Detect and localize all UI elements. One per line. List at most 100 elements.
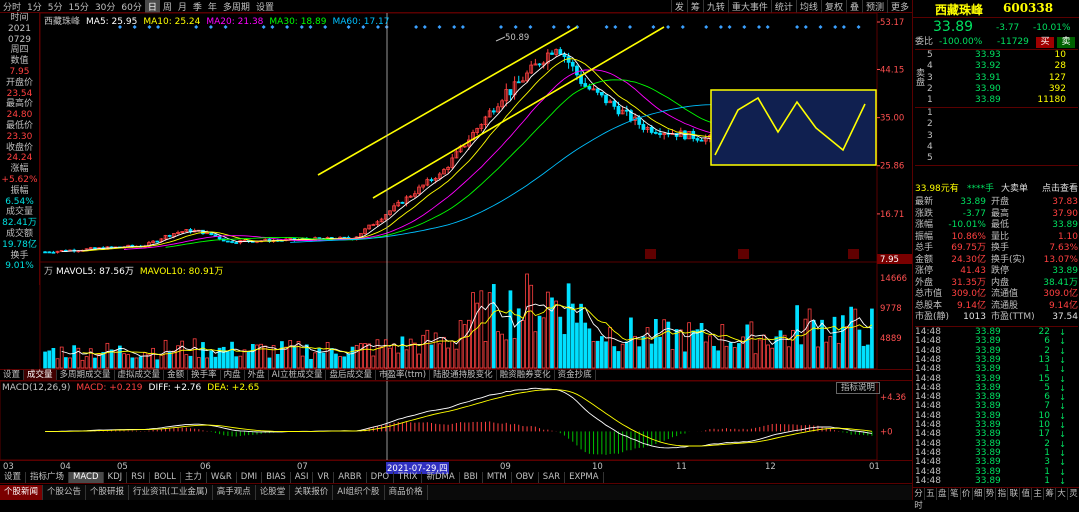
indicator-tab-1[interactable]: 指标广场 xyxy=(26,472,70,483)
sell-button[interactable]: 卖 xyxy=(1057,37,1075,48)
event-marker[interactable] xyxy=(848,249,859,259)
bid-row[interactable]: 3 xyxy=(915,131,1078,142)
tick-tab-13[interactable]: 灵 xyxy=(1068,488,1079,500)
tick-tab-6[interactable]: 势 xyxy=(985,488,997,500)
news-tab-4[interactable]: 高手观点 xyxy=(213,485,256,500)
indicator-tab-10[interactable]: ASI xyxy=(291,472,314,483)
pattern-box[interactable] xyxy=(710,89,877,166)
ask-row[interactable]: 5 33.93 10 xyxy=(915,50,1078,61)
news-tab-5[interactable]: 论股堂 xyxy=(256,485,291,500)
volume-bar xyxy=(184,354,189,369)
trend-line-lower[interactable] xyxy=(372,26,665,199)
big-order-row[interactable]: 33.98元有 ****手 大卖单 点击查看 xyxy=(915,184,1078,195)
volume-tab-8[interactable]: AI立桩成交量 xyxy=(269,370,327,380)
volume-tab-9[interactable]: 盘后成交量 xyxy=(326,370,376,380)
indicator-tab-4[interactable]: RSI xyxy=(127,472,150,483)
volume-tab-13[interactable]: 资金抄底 xyxy=(555,370,596,380)
indicator-tab-15[interactable]: 新DMA xyxy=(422,472,460,483)
ask-row[interactable]: 2 33.90 392 xyxy=(915,84,1078,95)
indicator-tab-11[interactable]: VR xyxy=(313,472,335,483)
volume-bar xyxy=(413,342,417,369)
tick-tab-4[interactable]: 价 xyxy=(961,488,973,500)
indicator-tab-6[interactable]: 主力 xyxy=(181,472,207,483)
volume-bar xyxy=(554,300,558,369)
arrow-down-icon: ↓ xyxy=(1059,355,1066,365)
candle-body xyxy=(537,63,542,66)
volume-tab-1[interactable]: 成交量 xyxy=(24,370,57,380)
indicator-help-button[interactable]: 指标说明 xyxy=(836,382,881,394)
tick-tab-5[interactable]: 细 xyxy=(973,488,985,500)
volume-tab-5[interactable]: 换手率 xyxy=(188,370,221,380)
tick-tab-7[interactable]: 指 xyxy=(996,488,1009,500)
candle-body xyxy=(604,94,608,104)
news-tab-0[interactable]: 个股新闻 xyxy=(0,485,44,500)
indicator-tab-14[interactable]: TRIX xyxy=(394,472,423,483)
candle-body xyxy=(491,110,496,113)
event-marker[interactable] xyxy=(738,249,749,259)
volume-bar xyxy=(612,346,617,369)
news-tab-2[interactable]: 个股研报 xyxy=(86,485,130,500)
tick-tab-9[interactable]: 值 xyxy=(1020,488,1033,500)
indicator-tab-5[interactable]: BOLL xyxy=(150,472,181,483)
signal-diamond xyxy=(757,25,761,29)
volume-bar xyxy=(209,350,214,369)
tick-tab-3[interactable]: 笔 xyxy=(949,488,961,500)
indicator-tab-0[interactable]: 设置 xyxy=(0,472,27,483)
divider xyxy=(915,165,1078,166)
bid-row[interactable]: 2 xyxy=(915,119,1078,130)
volume-tab-7[interactable]: 外盘 xyxy=(245,370,269,380)
indicator-tab-12[interactable]: ARBR xyxy=(334,472,367,483)
news-tab-6[interactable]: 关联报价 xyxy=(290,485,334,500)
volume-tab-11[interactable]: 陆股通持股变化 xyxy=(430,370,497,380)
volume-tab-0[interactable]: 设置 xyxy=(0,370,25,380)
candle-body xyxy=(649,126,654,133)
volume-tab-3[interactable]: 虚拟成交量 xyxy=(115,370,165,380)
tick-tab-8[interactable]: 联 xyxy=(1008,488,1021,500)
candle-body xyxy=(575,65,579,76)
tick-tab-1[interactable]: 五 xyxy=(925,488,937,500)
indicator-tab-16[interactable]: BBI xyxy=(460,472,483,483)
indicator-tab-17[interactable]: MTM xyxy=(483,472,512,483)
volume-bar xyxy=(417,353,421,369)
event-marker[interactable] xyxy=(645,249,656,259)
volume-tab-6[interactable]: 内盘 xyxy=(221,370,245,380)
bid-row[interactable]: 4 xyxy=(915,142,1078,153)
ma-value: MA5: 25.95 xyxy=(86,17,138,27)
indicator-tab-20[interactable]: EXPMA xyxy=(565,472,604,483)
indicator-tab-7[interactable]: W&R xyxy=(207,472,237,483)
tick-tab-11[interactable]: 筹 xyxy=(1044,488,1057,500)
candle-body xyxy=(234,242,239,244)
tick-tab-0[interactable]: 分时 xyxy=(913,488,925,511)
indicator-tab-13[interactable]: DPO xyxy=(367,472,395,483)
tick-tab-12[interactable]: 大 xyxy=(1056,488,1068,500)
indicator-tab-8[interactable]: DMI xyxy=(237,472,263,483)
candle-body xyxy=(93,247,97,250)
volume-tab-12[interactable]: 融资融券变化 xyxy=(497,370,555,380)
indicator-tab-3[interactable]: KDJ xyxy=(104,472,128,483)
news-tab-3[interactable]: 行业资讯(工业金属) xyxy=(129,485,213,500)
tick-tab-2[interactable]: 盘 xyxy=(937,488,949,500)
bid-row[interactable]: 1 xyxy=(915,108,1078,119)
buy-button[interactable]: 买 xyxy=(1036,37,1054,48)
indicator-tab-2[interactable]: MACD xyxy=(69,472,104,483)
volume-bar xyxy=(421,334,426,369)
tick-tab-10[interactable]: 主 xyxy=(1032,488,1045,500)
indicator-tab-18[interactable]: OBV xyxy=(512,472,539,483)
kline-chart[interactable]: 53.17 44.15 35.00 25.86 16.71 7.95 50.89 14666 9… xyxy=(0,0,912,470)
volume-bar xyxy=(479,290,484,369)
indicator-tab-9[interactable]: BIAS xyxy=(262,472,291,483)
news-tab-1[interactable]: 个股公告 xyxy=(43,485,87,500)
volume-tab-10[interactable]: 市盈率(ttm) xyxy=(376,370,431,380)
candle-body xyxy=(562,53,567,58)
news-tab-8[interactable]: 商品价格 xyxy=(385,485,428,500)
indicator-tab-19[interactable]: SAR xyxy=(539,472,566,483)
volume-tab-2[interactable]: 多周期成交量 xyxy=(57,370,115,380)
ask-row[interactable]: 1 33.89 11180 xyxy=(915,95,1078,106)
candle-body xyxy=(699,139,704,142)
ask-row[interactable]: 3 33.91 127 xyxy=(915,73,1078,84)
bid-row[interactable]: 5 xyxy=(915,153,1078,164)
ask-row[interactable]: 4 33.92 28 xyxy=(915,61,1078,72)
axis-low-label: 7.95 xyxy=(880,255,899,265)
news-tab-7[interactable]: AI组织个股 xyxy=(333,485,385,500)
volume-tab-4[interactable]: 金额 xyxy=(164,370,189,380)
